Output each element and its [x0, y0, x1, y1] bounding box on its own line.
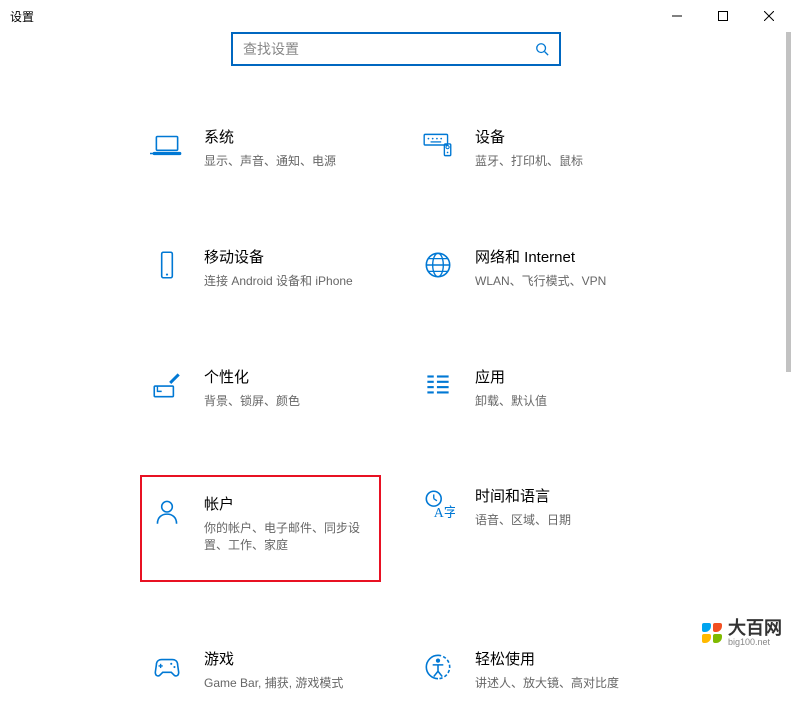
scrollbar-thumb[interactable] [786, 32, 791, 372]
search-icon [535, 42, 549, 56]
maximize-button[interactable] [700, 0, 746, 32]
category-title: 帐户 [204, 493, 373, 514]
globe-icon [419, 246, 457, 284]
scrollbar-track[interactable] [786, 32, 791, 651]
watermark-sub: big100.net [728, 637, 782, 647]
keyboard-icon [419, 126, 457, 164]
watermark: 大百网 big100.net [702, 619, 782, 647]
category-title: 轻松使用 [475, 648, 644, 669]
window-controls [654, 0, 792, 32]
laptop-icon [148, 126, 186, 164]
search-container [0, 32, 792, 66]
category-title: 时间和语言 [475, 485, 644, 506]
category-desc: Game Bar, 捕获, 游戏模式 [204, 675, 373, 692]
category-system[interactable]: 系统显示、声音、通知、电源 [140, 116, 381, 180]
ease-icon [419, 648, 457, 686]
category-devices[interactable]: 设备蓝牙、打印机、鼠标 [411, 116, 652, 180]
time-lang-icon: A字 [419, 485, 457, 523]
category-ease[interactable]: 轻松使用讲述人、放大镜、高对比度 [411, 638, 652, 702]
category-title: 设备 [475, 126, 644, 147]
category-title: 应用 [475, 366, 644, 387]
category-title: 游戏 [204, 648, 373, 669]
apps-icon [419, 366, 457, 404]
gamepad-icon [148, 648, 186, 686]
category-gaming[interactable]: 游戏 Game Bar, 捕获, 游戏模式 [140, 638, 381, 702]
category-desc: 你的帐户、电子邮件、同步设置、工作、家庭 [204, 520, 373, 554]
category-title: 个性化 [204, 366, 373, 387]
phone-icon [148, 246, 186, 284]
category-desc: 卸载、默认值 [475, 393, 644, 410]
person-icon [148, 493, 186, 531]
category-accounts[interactable]: 帐户你的帐户、电子邮件、同步设置、工作、家庭 [140, 475, 381, 582]
category-title: 网络和 Internet [475, 246, 644, 267]
category-desc: WLAN、飞行模式、VPN [475, 273, 644, 290]
category-desc: 讲述人、放大镜、高对比度 [475, 675, 644, 692]
watermark-main: 大百网 [728, 619, 782, 637]
search-input[interactable] [243, 41, 535, 57]
categories-grid: 系统显示、声音、通知、电源设备蓝牙、打印机、鼠标移动设备连接 Android 设… [0, 116, 792, 702]
search-box[interactable] [231, 32, 561, 66]
watermark-logo-icon [702, 623, 722, 643]
minimize-button[interactable] [654, 0, 700, 32]
category-desc: 显示、声音、通知、电源 [204, 153, 373, 170]
category-desc: 背景、锁屏、颜色 [204, 393, 373, 410]
titlebar: 设置 [0, 0, 792, 32]
category-desc: 连接 Android 设备和 iPhone [204, 273, 373, 290]
category-title: 移动设备 [204, 246, 373, 267]
window-title: 设置 [10, 8, 34, 25]
category-apps[interactable]: 应用卸载、默认值 [411, 356, 652, 420]
brush-icon [148, 366, 186, 404]
category-phone[interactable]: 移动设备连接 Android 设备和 iPhone [140, 236, 381, 300]
close-button[interactable] [746, 0, 792, 32]
category-time[interactable]: A字 时间和语言语音、区域、日期 [411, 475, 652, 582]
category-desc: 语音、区域、日期 [475, 512, 644, 529]
category-network[interactable]: 网络和 Internet WLAN、飞行模式、VPN [411, 236, 652, 300]
category-title: 系统 [204, 126, 373, 147]
svg-text:A字: A字 [434, 505, 455, 520]
category-desc: 蓝牙、打印机、鼠标 [475, 153, 644, 170]
category-personal[interactable]: 个性化背景、锁屏、颜色 [140, 356, 381, 420]
